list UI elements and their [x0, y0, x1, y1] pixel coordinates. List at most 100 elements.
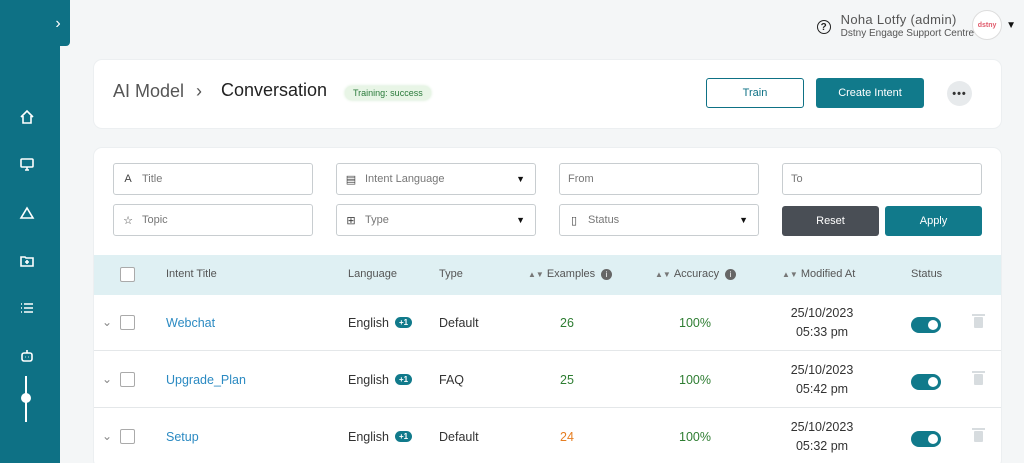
model-icon[interactable] [16, 202, 38, 224]
sidebar [0, 0, 60, 463]
caret-down-icon: ▼ [739, 215, 748, 225]
reset-button[interactable]: Reset [782, 206, 879, 236]
from-date-placeholder: From [568, 173, 594, 185]
extra-languages-badge[interactable]: +1 [395, 431, 413, 442]
text-icon: A [124, 173, 132, 185]
language-card-icon: ▤ [345, 173, 357, 186]
home-icon[interactable] [16, 106, 38, 128]
status-toggle[interactable] [911, 431, 941, 447]
table-row[interactable]: ⌄ Setup English +1 Default 24 100% 25/10/… [94, 409, 1001, 463]
trash-icon[interactable] [972, 314, 985, 328]
caret-down-icon[interactable]: ▼ [1006, 20, 1016, 31]
column-accuracy-label: Accuracy [673, 268, 720, 280]
extra-languages-badge[interactable]: +1 [395, 374, 413, 385]
apply-button[interactable]: Apply [885, 206, 982, 236]
info-icon[interactable]: i [601, 268, 613, 280]
breadcrumb-chevron-icon: › [196, 81, 202, 101]
expand-row-chevron-icon[interactable]: ⌄ [102, 429, 114, 443]
to-date-placeholder: To [791, 173, 803, 185]
column-type[interactable]: Type [439, 268, 463, 280]
modified-time: 05:33 pm [795, 325, 849, 339]
expand-sidebar-chevron-icon[interactable]: › [50, 14, 66, 34]
language-value: English [348, 316, 389, 330]
create-intent-button[interactable]: Create Intent [816, 78, 924, 108]
trash-icon[interactable] [972, 428, 985, 442]
sort-icon[interactable]: ▲▼ [655, 270, 671, 279]
column-status: Status [911, 268, 943, 280]
modified-cell: 25/10/2023 05:33 pm [784, 304, 860, 342]
column-modified-label: Modified At [800, 268, 856, 280]
help-icon[interactable]: ? [816, 20, 831, 34]
accuracy-cell: 100% [679, 430, 711, 444]
star-icon: ☆ [123, 214, 133, 227]
accuracy-cell: 100% [679, 316, 711, 330]
status-toggle[interactable] [911, 374, 941, 390]
modified-time: 05:42 pm [795, 382, 849, 396]
column-examples[interactable]: ▲▼ Examples i [528, 268, 613, 280]
avatar[interactable]: dstny [972, 10, 1003, 40]
row-checkbox[interactable] [120, 315, 135, 330]
accuracy-cell: 100% [679, 373, 711, 387]
column-examples-label: Examples [546, 268, 596, 280]
language-value: English [348, 430, 389, 444]
page-title: Conversation [221, 80, 328, 100]
type-placeholder: Type [365, 214, 389, 226]
bot-icon[interactable] [16, 345, 38, 367]
column-modified-at[interactable]: ▲▼ Modified At [782, 268, 855, 280]
info-icon[interactable]: i [725, 268, 737, 280]
expand-row-chevron-icon[interactable]: ⌄ [102, 372, 114, 386]
monitor-icon[interactable] [16, 153, 38, 175]
column-language[interactable]: Language [348, 268, 397, 280]
list-icon[interactable] [16, 297, 38, 319]
language-cell: English +1 [348, 373, 413, 387]
trash-icon[interactable] [972, 371, 985, 385]
type-cell: FAQ [439, 373, 465, 387]
extra-languages-badge[interactable]: +1 [395, 317, 413, 328]
column-accuracy[interactable]: ▲▼ Accuracy i [655, 268, 737, 280]
title-filter-placeholder: Title [142, 173, 163, 185]
examples-cell: 26 [560, 316, 574, 330]
user-info[interactable]: Noha Lotfy (admin) Dstny Engage Support … [841, 12, 974, 39]
modified-cell: 25/10/2023 05:42 pm [784, 361, 860, 399]
modified-date: 25/10/2023 [790, 363, 854, 377]
modified-cell: 25/10/2023 05:32 pm [784, 418, 860, 456]
intent-title-link[interactable]: Setup [166, 430, 199, 444]
status-placeholder: Status [588, 214, 620, 226]
modified-time: 05:32 pm [795, 439, 849, 453]
column-intent-title[interactable]: Intent Title [166, 268, 217, 280]
intent-language-select[interactable]: ▤ Intent Language ▼ [336, 163, 536, 195]
caret-down-icon: ▼ [516, 215, 525, 225]
table-row[interactable]: ⌄ Webchat English +1 Default 26 100% 25/1… [94, 295, 1001, 351]
select-all-checkbox[interactable] [120, 267, 135, 282]
title-filter-input[interactable]: A Title [113, 163, 313, 195]
examples-cell: 25 [560, 373, 574, 387]
type-cell: Default [439, 430, 479, 444]
intent-title-link[interactable]: Upgrade_Plan [166, 373, 246, 387]
row-checkbox[interactable] [120, 372, 135, 387]
type-cell: Default [439, 316, 479, 330]
breadcrumb-ai-model[interactable]: AI Model [113, 81, 184, 102]
topic-filter-input[interactable]: ☆ Topic [113, 204, 313, 236]
user-name: Noha Lotfy (admin) [840, 11, 957, 27]
user-menu[interactable]: ? Noha Lotfy (admin) Dstny Engage Suppor… [816, 10, 1016, 40]
sidebar-slider-handle[interactable] [21, 393, 31, 403]
status-toggle[interactable] [911, 317, 941, 333]
to-date-input[interactable]: To [782, 163, 982, 195]
org-name: Dstny Engage Support Centre [840, 27, 975, 39]
language-cell: English +1 [348, 430, 413, 444]
intent-title-link[interactable]: Webchat [166, 316, 215, 330]
page-header-card: AI Model › Conversation Training: succes… [94, 60, 1001, 128]
status-select[interactable]: ▯ Status ▼ [559, 204, 759, 236]
grid-icon: ⊞ [346, 214, 356, 227]
sort-icon[interactable]: ▲▼ [782, 270, 798, 279]
type-select[interactable]: ⊞ Type ▼ [336, 204, 536, 236]
expand-row-chevron-icon[interactable]: ⌄ [102, 315, 114, 329]
table-row[interactable]: ⌄ Upgrade_Plan English +1 FAQ 25 100% 25/… [94, 352, 1001, 408]
train-button[interactable]: Train [706, 78, 804, 108]
examples-cell: 24 [560, 430, 574, 444]
row-checkbox[interactable] [120, 429, 135, 444]
from-date-input[interactable]: From [559, 163, 759, 195]
more-options-button[interactable]: ••• [947, 81, 972, 106]
folder-icon[interactable] [16, 250, 38, 272]
sort-icon[interactable]: ▲▼ [528, 270, 544, 279]
